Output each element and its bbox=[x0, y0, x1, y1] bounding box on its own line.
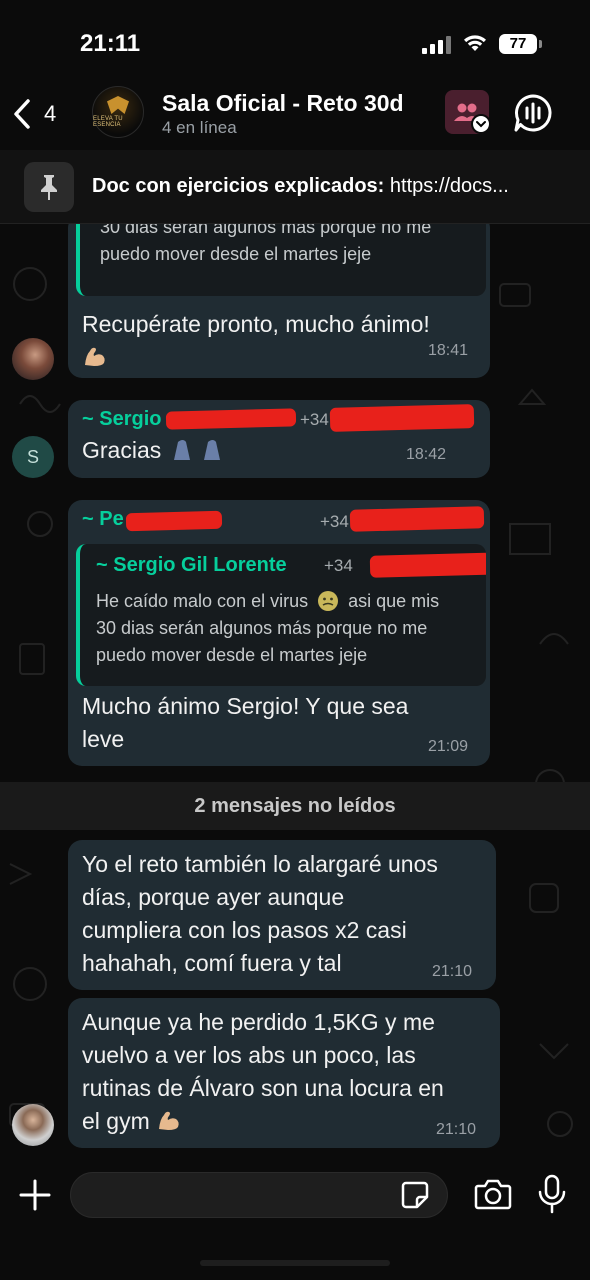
plus-icon[interactable] bbox=[18, 1178, 52, 1212]
message-text-line: cumpliera con los pasos x2 casi bbox=[82, 917, 407, 943]
sender-name[interactable]: ~ Sergio bbox=[82, 408, 161, 431]
sender-avatar[interactable]: S bbox=[12, 436, 54, 478]
quote-line: 30 dias serán algunos más porque no me bbox=[96, 618, 428, 638]
home-indicator bbox=[200, 1260, 390, 1266]
phoenix-logo-icon bbox=[107, 96, 129, 114]
group-avatar-logo-text: ELEVA TU ESENCIA bbox=[93, 116, 123, 128]
message-bubble[interactable]: ~ Sergio +34 Gracias 18:42 bbox=[68, 400, 490, 478]
status-bar: 21:11 77 bbox=[0, 0, 590, 80]
online-status: 4 en línea bbox=[162, 118, 237, 137]
message-bubble[interactable]: 30 dias serán algunos más porque no me p… bbox=[68, 224, 490, 378]
voice-chat-icon[interactable] bbox=[512, 92, 554, 134]
message-time: 21:10 bbox=[436, 1121, 477, 1138]
sender-phone: +34 bbox=[320, 512, 349, 531]
message-time: 18:41 bbox=[428, 342, 469, 359]
quoted-message[interactable]: 30 dias serán algunos más porque no me p… bbox=[76, 224, 486, 296]
message-bubble[interactable]: Yo el reto también lo alargaré unos días… bbox=[68, 840, 496, 990]
cellular-signal-icon bbox=[422, 36, 451, 54]
message-text-line: rutinas de Álvaro son una locura en bbox=[82, 1075, 444, 1101]
message-text: Gracias bbox=[82, 434, 232, 467]
quote-line: puedo mover desde el martes jeje bbox=[100, 244, 372, 264]
message-text-line: Aunque ya he perdido 1,5KG y me bbox=[82, 1009, 435, 1035]
battery-nub bbox=[539, 40, 542, 48]
pin-icon bbox=[24, 162, 74, 212]
chevron-down-icon bbox=[471, 114, 491, 134]
message-text-content: Recupérate pronto, mucho ánimo! bbox=[82, 311, 430, 337]
message-bubble[interactable]: ~ Pe +34 ~ Sergio Gil Lorente +34 71 He … bbox=[68, 500, 490, 766]
group-title[interactable]: Sala Oficial - Reto 30d bbox=[162, 90, 404, 117]
sender-avatar[interactable] bbox=[12, 1104, 54, 1146]
redaction-mark bbox=[349, 506, 485, 532]
message-text-line: Mucho ánimo Sergio! Y que sea bbox=[82, 693, 409, 719]
message-text-line: vuelvo a ver los abs un poco, las bbox=[82, 1042, 416, 1068]
message-text-line: el gym bbox=[82, 1105, 182, 1138]
unread-label: 2 mensajes no leídos bbox=[194, 795, 396, 817]
message-text-content: el gym bbox=[82, 1108, 150, 1134]
message-text-line: hahahah, comí fuera y tal bbox=[82, 950, 342, 976]
status-time: 21:11 bbox=[80, 30, 141, 57]
sender-phone: +34 bbox=[300, 410, 329, 429]
message-input[interactable] bbox=[70, 1172, 448, 1218]
message-composer bbox=[0, 1160, 590, 1280]
message-text-line: Yo el reto también lo alargaré unos bbox=[82, 851, 438, 877]
sender-avatar[interactable] bbox=[12, 338, 54, 380]
pinned-label: Doc con ejercicios explicados: bbox=[92, 175, 385, 197]
battery-indicator: 77 bbox=[499, 34, 537, 54]
wifi-icon bbox=[464, 35, 486, 51]
redaction-mark bbox=[369, 552, 486, 578]
muscle-emoji-icon bbox=[159, 1111, 179, 1130]
pinned-link[interactable]: https://docs... bbox=[384, 175, 509, 197]
chat-header: 4 ELEVA TU ESENCIA Sala Oficial - Reto 3… bbox=[0, 80, 590, 150]
praying-hands-emoji-icon bbox=[173, 440, 220, 460]
chevron-left-icon bbox=[14, 99, 30, 129]
redaction-mark bbox=[165, 408, 297, 430]
quote-line: puedo mover desde el martes jeje bbox=[96, 645, 368, 665]
redaction-mark bbox=[125, 510, 223, 532]
message-bubble[interactable]: Aunque ya he perdido 1,5KG y me vuelvo a… bbox=[68, 998, 500, 1148]
pinned-message-text: Doc con ejercicios explicados: https://d… bbox=[92, 175, 572, 198]
microphone-icon[interactable] bbox=[536, 1174, 568, 1214]
pinned-message-bar[interactable]: Doc con ejercicios explicados: https://d… bbox=[0, 150, 590, 224]
message-text-content: Gracias bbox=[82, 437, 162, 463]
unread-divider: 2 mensajes no leídos bbox=[0, 782, 590, 830]
nauseated-face-emoji-icon bbox=[318, 591, 339, 611]
message-text: Recupérate pronto, mucho ánimo! bbox=[82, 308, 482, 374]
message-time: 21:10 bbox=[432, 963, 473, 980]
quoted-message[interactable]: ~ Sergio Gil Lorente +34 71 He caído mal… bbox=[76, 544, 486, 686]
unread-chats-count: 4 bbox=[44, 101, 57, 126]
back-button[interactable]: 4 bbox=[12, 94, 74, 134]
message-text-line: leve bbox=[82, 726, 125, 752]
message-time: 18:42 bbox=[406, 446, 447, 463]
chat-messages[interactable]: 30 dias serán algunos más porque no me p… bbox=[0, 224, 590, 1160]
quote-line: 30 dias serán algunos más porque no me bbox=[100, 224, 432, 237]
quoted-sender-phone: +34 bbox=[324, 556, 353, 575]
quoted-sender-name: ~ Sergio Gil Lorente bbox=[96, 554, 287, 576]
sticker-icon[interactable] bbox=[400, 1180, 430, 1210]
group-avatar[interactable]: ELEVA TU ESENCIA bbox=[92, 86, 144, 138]
quote-line-part: asi que mis bbox=[348, 591, 440, 611]
quote-line-part: He caído malo con el virus bbox=[96, 591, 309, 611]
sender-name[interactable]: ~ Pe bbox=[82, 508, 124, 531]
message-text-line: días, porque ayer aunque bbox=[82, 884, 345, 910]
quote-line: He caído malo con el virus asi que mis bbox=[96, 588, 486, 615]
muscle-emoji-icon bbox=[85, 347, 105, 366]
redaction-mark bbox=[329, 404, 475, 432]
camera-icon[interactable] bbox=[474, 1176, 512, 1212]
message-time: 21:09 bbox=[428, 738, 469, 755]
